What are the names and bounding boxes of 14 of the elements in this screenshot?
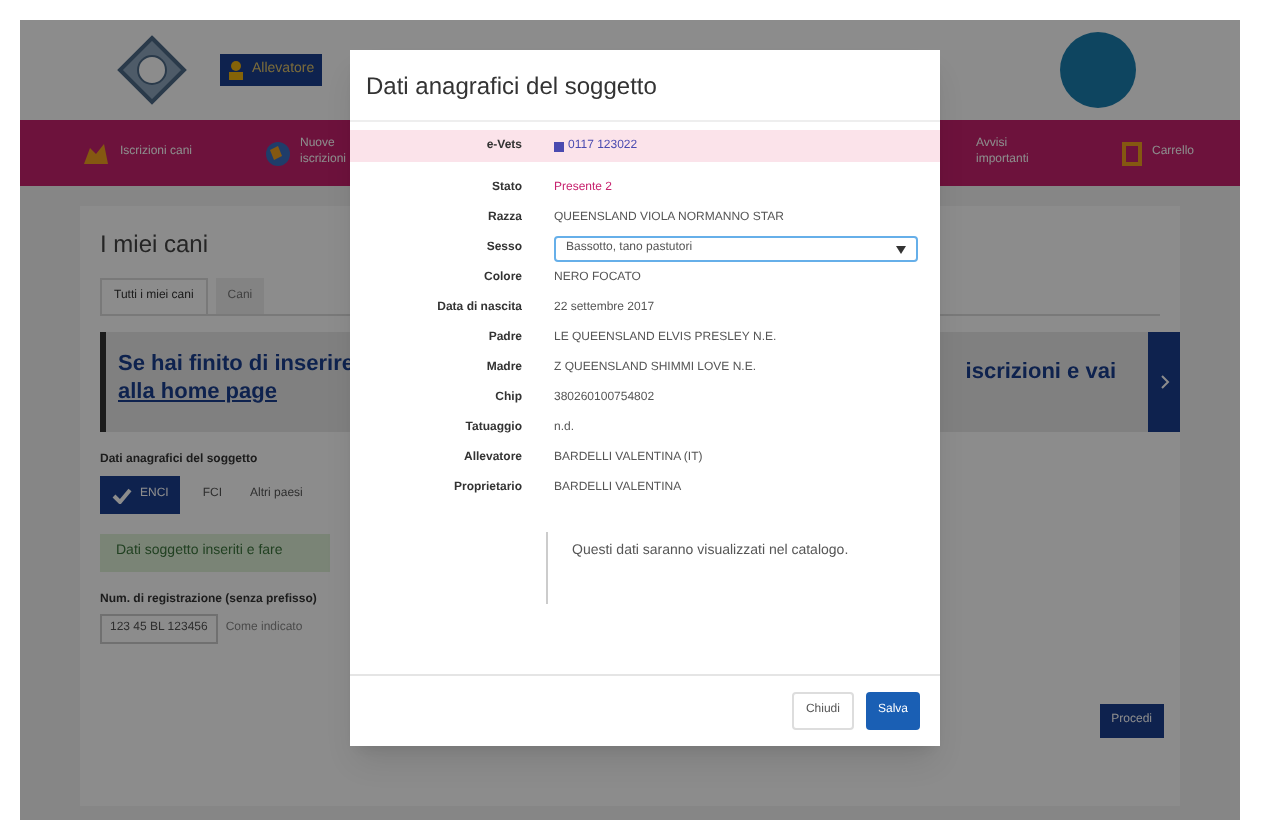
emblem-icon [116,34,188,106]
page-title: I miei cani [100,228,209,262]
caret-icon [896,245,906,253]
dialog-title: Dati anagrafici del soggetto [350,50,940,122]
square-icon [554,141,564,151]
notice-text: iscrizioni e vai [965,358,1118,388]
check-icon [112,487,132,503]
globe-icon [264,139,292,167]
notice-text: Se hai finito di inserire [118,352,356,380]
chevron-icon [1159,374,1169,390]
notice-text: alla home page [118,379,279,407]
cart-icon [1120,139,1144,167]
next-button[interactable] [1148,332,1180,432]
user-icon [228,60,244,80]
